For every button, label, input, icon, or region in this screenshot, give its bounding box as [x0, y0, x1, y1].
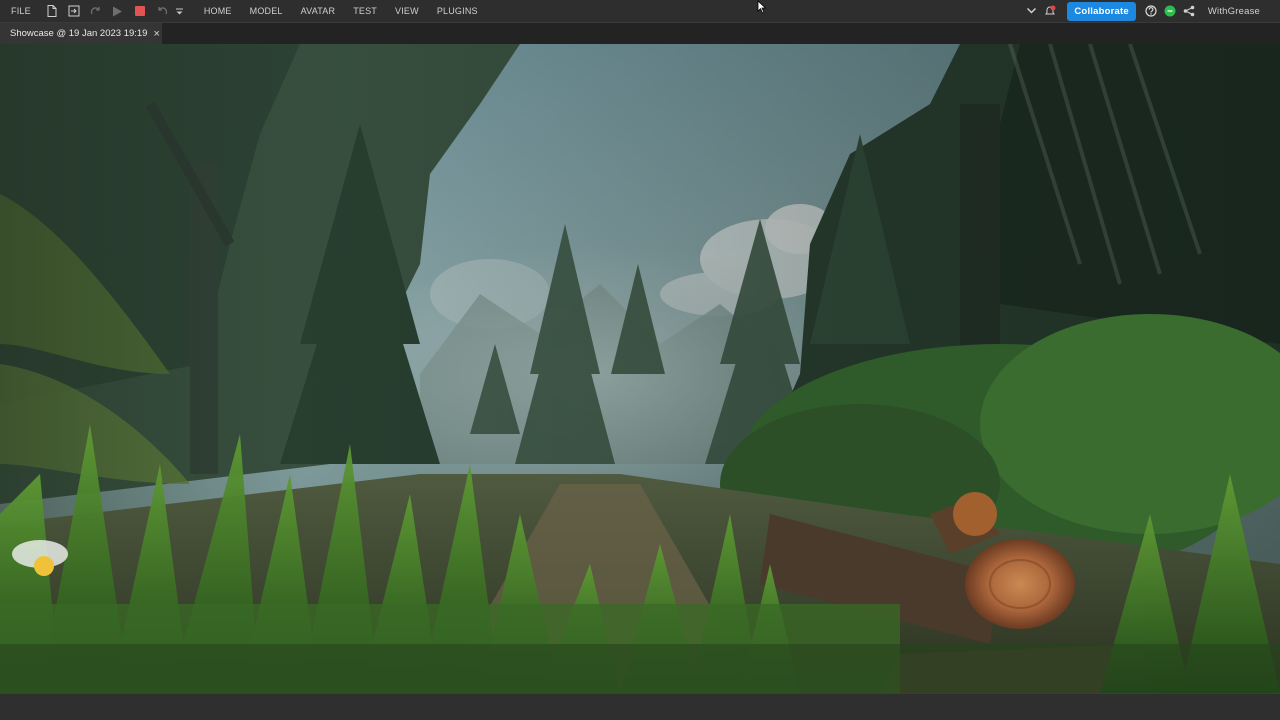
status-indicator-icon[interactable] [1162, 0, 1178, 22]
tab-model[interactable]: MODEL [241, 0, 292, 22]
username-label[interactable]: WithGrease [1200, 6, 1280, 17]
document-tab-strip: Showcase @ 19 Jan 2023 19:19 × [0, 22, 1280, 44]
menu-bar: FILE HOME MODEL AVATAR TEST VIEW PLUGINS… [0, 0, 1280, 22]
file-menu[interactable]: FILE [0, 0, 43, 22]
forest-scene-image [0, 44, 1280, 693]
close-icon[interactable]: × [153, 28, 159, 40]
mouse-cursor-icon [757, 0, 767, 19]
tab-home[interactable]: HOME [195, 0, 241, 22]
open-file-icon[interactable] [65, 0, 83, 22]
right-toolbar: Collaborate WithGrease [1023, 0, 1280, 22]
tab-view[interactable]: VIEW [386, 0, 428, 22]
game-viewport[interactable] [0, 44, 1280, 693]
play-icon[interactable] [109, 0, 127, 22]
notification-bell-icon[interactable] [1042, 0, 1058, 22]
redo-icon[interactable] [87, 0, 105, 22]
document-tab[interactable]: Showcase @ 19 Jan 2023 19:19 × [0, 23, 162, 44]
undo-icon[interactable] [153, 0, 171, 22]
help-icon[interactable] [1143, 0, 1159, 22]
status-bar [0, 693, 1280, 720]
stop-icon[interactable] [131, 0, 149, 22]
tab-test[interactable]: TEST [344, 0, 386, 22]
chevron-down-icon[interactable] [1023, 0, 1039, 22]
document-tab-title: Showcase @ 19 Jan 2023 19:19 [10, 28, 148, 39]
quick-access-dropdown-icon[interactable] [175, 0, 185, 22]
tab-avatar[interactable]: AVATAR [292, 0, 345, 22]
tab-plugins[interactable]: PLUGINS [428, 0, 487, 22]
collaborate-button[interactable]: Collaborate [1067, 1, 1136, 21]
new-file-icon[interactable] [43, 0, 61, 22]
ribbon-tabs: HOME MODEL AVATAR TEST VIEW PLUGINS [195, 0, 487, 22]
share-icon[interactable] [1181, 0, 1197, 22]
